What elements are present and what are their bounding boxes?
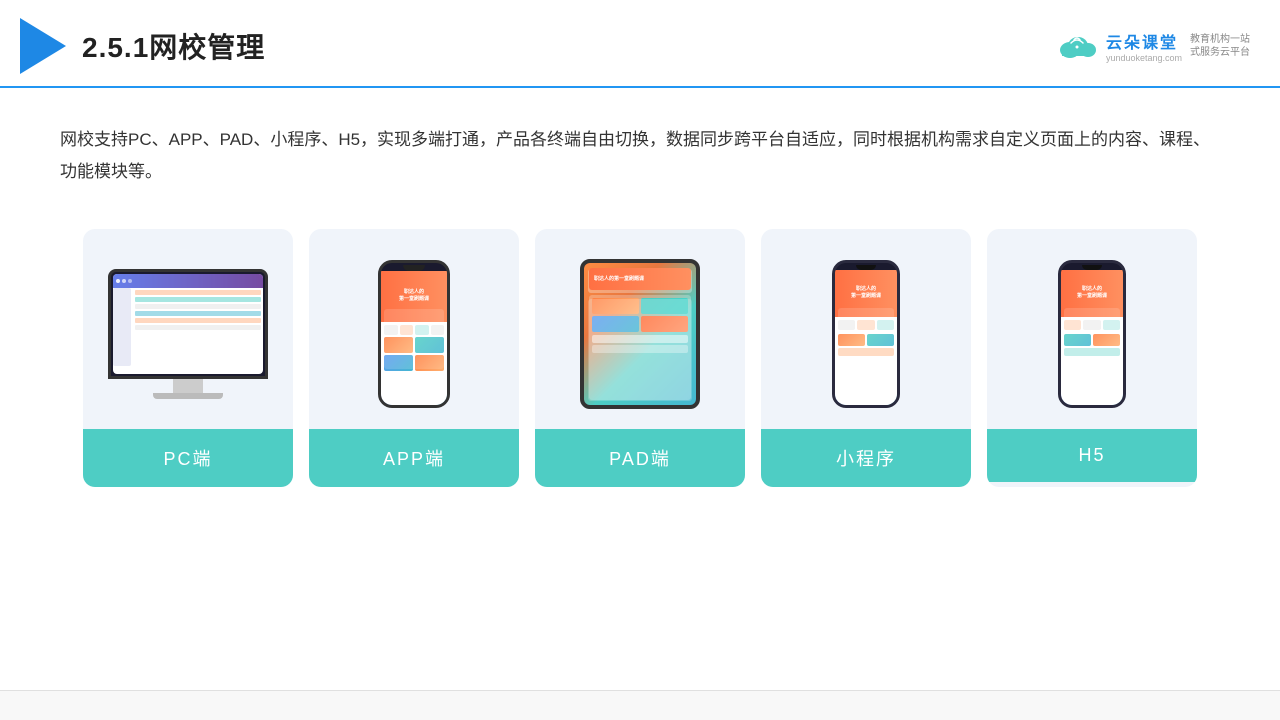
header-left: 2.5.1网校管理: [20, 18, 265, 74]
brand-name-text: 云朵课堂 yunduoketang.com: [1106, 29, 1182, 63]
card-miniapp-image: 职达人的第一堂刷题课: [761, 229, 971, 429]
logo-triangle-icon: [20, 18, 66, 74]
card-pc-label: PC端: [83, 429, 293, 487]
card-app: 职达人的第一堂刷题课: [309, 229, 519, 487]
card-pad: 职达人的第一堂刷题课 PAD端: [535, 229, 745, 487]
card-h5-image: 职达人的第一堂刷题课: [987, 229, 1197, 429]
header: 2.5.1网校管理 云朵课堂 yunduoketang.com 教育机构一站式服…: [0, 0, 1280, 88]
brand-icon: 云朵课堂 yunduoketang.com: [1054, 29, 1182, 63]
cards-container: PC端 职达人的第一堂刷题课: [0, 209, 1280, 507]
card-h5: 职达人的第一堂刷题课: [987, 229, 1197, 487]
page-title: 2.5.1网校管理: [82, 26, 265, 66]
card-pc: PC端: [83, 229, 293, 487]
card-miniapp-label: 小程序: [761, 429, 971, 487]
tablet-mockup: 职达人的第一堂刷题课: [580, 259, 700, 409]
card-app-image: 职达人的第一堂刷题课: [309, 229, 519, 429]
pc-mockup: [108, 269, 268, 399]
card-h5-label: H5: [987, 429, 1197, 482]
narrow-phone-miniapp: 职达人的第一堂刷题课: [832, 260, 900, 408]
card-pad-image: 职达人的第一堂刷题课: [535, 229, 745, 429]
card-miniapp: 职达人的第一堂刷题课: [761, 229, 971, 487]
monitor: [108, 269, 268, 379]
bottom-bar: [0, 690, 1280, 720]
phone-mockup-app: 职达人的第一堂刷题课: [378, 260, 450, 408]
card-pc-image: [83, 229, 293, 429]
brand-area: 云朵课堂 yunduoketang.com 教育机构一站式服务云平台: [1054, 29, 1250, 63]
narrow-phone-h5: 职达人的第一堂刷题课: [1058, 260, 1126, 408]
brand-tagline: 教育机构一站式服务云平台: [1190, 33, 1250, 59]
card-pad-label: PAD端: [535, 429, 745, 487]
cloud-logo-icon: [1054, 32, 1100, 60]
description-text: 网校支持PC、APP、PAD、小程序、H5，实现多端打通，产品各终端自由切换，数…: [0, 88, 1280, 209]
card-app-label: APP端: [309, 429, 519, 487]
